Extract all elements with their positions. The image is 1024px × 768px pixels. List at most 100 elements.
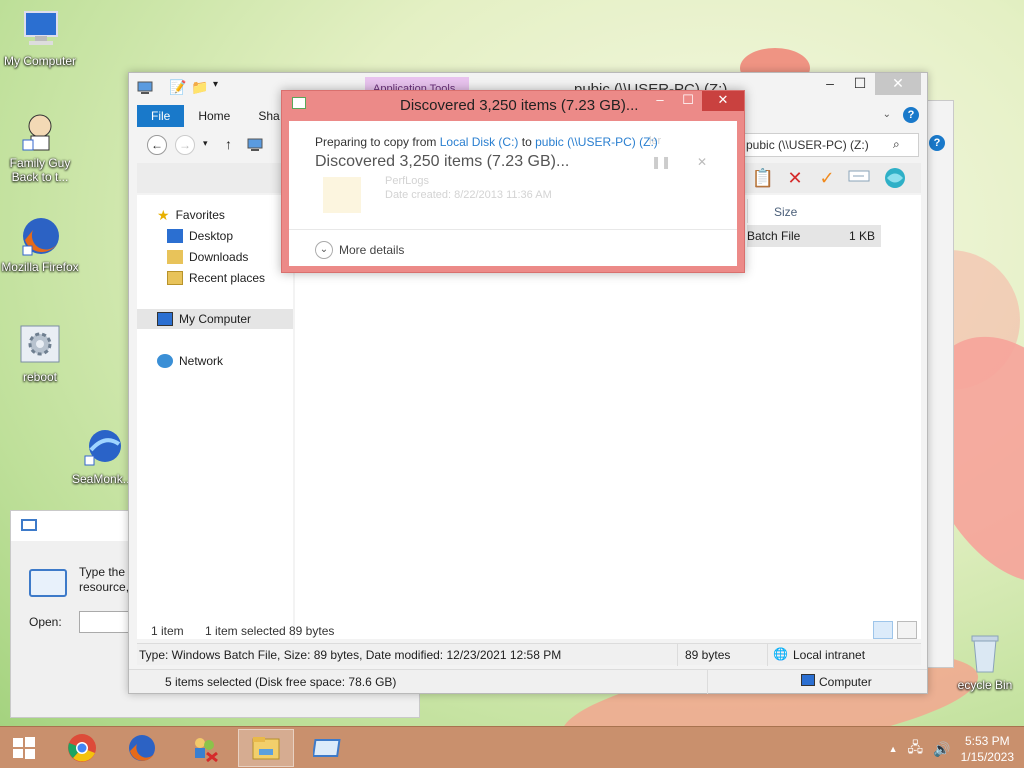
search-icon[interactable]: ⌕: [893, 137, 900, 152]
folder-icon: [323, 177, 361, 213]
large-icons-view-button[interactable]: [897, 621, 917, 639]
tab-home[interactable]: Home: [184, 105, 244, 127]
taskbar-network-app[interactable]: [176, 729, 232, 767]
computer-icon: [247, 138, 263, 152]
file-row[interactable]: Batch File 1 KB: [747, 225, 881, 247]
customize-toolbar-icon[interactable]: ▾: [213, 79, 218, 90]
clock[interactable]: 5:53 PM 1/15/2023: [961, 733, 1014, 765]
start-button[interactable]: [0, 729, 48, 767]
divider: [707, 670, 708, 694]
copy-dialog-title: Discovered 3,250 items (7.23 GB)...: [400, 97, 639, 114]
copy-progress-dialog[interactable]: Discovered 3,250 items (7.23 GB)... – ☐ …: [281, 90, 745, 273]
seamonkey-icon: [81, 426, 123, 468]
desktop-icon-label: Family Guy Back to t...: [9, 156, 71, 184]
navigation-pane: ★ Favorites Desktop Downloads Recent pla…: [137, 195, 293, 639]
minimize-button[interactable]: –: [646, 91, 674, 111]
desktop-icon-firefox[interactable]: Mozilla Firefox: [0, 214, 80, 274]
desktop-icon-label: Mozilla Firefox: [1, 260, 79, 274]
destination-link[interactable]: pubic (\\USER-PC) (Z:): [535, 135, 658, 149]
run-icon: [21, 519, 37, 531]
close-button[interactable]: ✕: [875, 73, 921, 95]
ghost-file-date: Date created: 8/22/2013 11:36 AM: [385, 189, 552, 201]
expand-ribbon-icon[interactable]: ⌄: [883, 109, 891, 120]
maximize-button[interactable]: ☐: [845, 73, 875, 95]
desktop-icon-label: reboot: [22, 370, 58, 384]
nav-item-label: Desktop: [189, 229, 234, 243]
taskbar-firefox[interactable]: [114, 729, 170, 767]
computer-icon: [19, 8, 61, 50]
chrome-icon: [68, 734, 96, 762]
forward-button[interactable]: →: [175, 135, 195, 155]
desktop-icon-label: ecycle Bin: [957, 678, 1013, 692]
volume-icon[interactable]: 🔊: [933, 741, 950, 758]
nav-item-label: My Computer: [179, 312, 252, 326]
search-input[interactable]: h pubic (\\USER-PC) (Z:): [729, 133, 919, 157]
taskbar-chrome[interactable]: [54, 729, 110, 767]
back-button[interactable]: ←: [147, 135, 167, 155]
divider: [289, 229, 737, 230]
copy-dialog-titlebar[interactable]: Discovered 3,250 items (7.23 GB)... – ☐ …: [282, 91, 744, 119]
copy-dialog-body: PerfLogs Date created: 8/22/2013 11:36 A…: [289, 121, 737, 266]
security-zone: Local intranet: [793, 648, 866, 662]
nav-item-label: Network: [179, 354, 224, 368]
firefox-icon: [129, 735, 155, 761]
tab-file[interactable]: File: [137, 105, 185, 127]
properties-icon[interactable]: 📝: [169, 79, 186, 96]
nav-item-label: Recent places: [189, 271, 266, 285]
copy-source-destination: Preparing to copy from Local Disk (C:) t…: [315, 135, 658, 149]
divider: [677, 644, 678, 666]
help-icon[interactable]: ?: [929, 135, 945, 151]
more-details-toggle[interactable]: ⌄ More details: [315, 241, 404, 259]
network-users-icon: [195, 738, 218, 763]
network-status-icon[interactable]: 🖧: [908, 737, 924, 761]
nav-item-recent-places[interactable]: Recent places: [167, 268, 265, 288]
desktop-icon-recycle-bin[interactable]: ecycle Bin: [950, 632, 1020, 692]
help-icon[interactable]: ?: [903, 107, 919, 123]
details-view-button[interactable]: [873, 621, 893, 639]
delete-icon[interactable]: ✕: [783, 167, 807, 189]
source-link[interactable]: Local Disk (C:): [440, 135, 519, 149]
clock-date: 1/15/2023: [960, 750, 1014, 764]
selected-count: 1 item selected: [205, 624, 286, 638]
desktop-icon-my-computer[interactable]: My Computer: [0, 8, 80, 68]
selected-size: 89 bytes: [289, 624, 335, 638]
desktop-icon-label: SeaMonk...: [72, 472, 133, 486]
taskbar-run[interactable]: [300, 729, 356, 767]
minimize-button[interactable]: –: [815, 73, 845, 95]
column-header-size[interactable]: Size: [747, 199, 901, 223]
nav-item-network[interactable]: Network: [157, 351, 223, 371]
status-bar: 1 item 1 item selected 89 bytes: [137, 621, 921, 641]
run-icon: [313, 739, 341, 757]
check-icon[interactable]: ✓: [815, 167, 839, 189]
maximize-button[interactable]: ☐: [674, 91, 702, 111]
network-drive-icon[interactable]: [883, 167, 907, 189]
intranet-icon: 🌐: [773, 647, 788, 661]
file-size-cell: 1 KB: [848, 229, 875, 243]
taskbar-file-explorer[interactable]: [238, 729, 294, 767]
desktop-icon-seamonkey[interactable]: SeaMonk...: [72, 426, 133, 486]
rename-icon[interactable]: [847, 167, 871, 189]
desktop-icon-family-guy[interactable]: Family Guy Back to t...: [0, 110, 80, 184]
close-button[interactable]: ✕: [702, 91, 744, 111]
file-type-cell: Batch File: [747, 229, 801, 243]
copy-label: Preparing to copy from: [315, 135, 440, 149]
recent-locations-icon[interactable]: ▾: [203, 138, 208, 149]
computer-icon: [801, 674, 815, 686]
cancel-icon[interactable]: ✕: [697, 155, 707, 169]
recent-places-icon: [167, 271, 183, 285]
clock-time: 5:53 PM: [964, 734, 1010, 748]
show-hidden-icons[interactable]: ▲: [889, 744, 898, 754]
nav-item-my-computer[interactable]: My Computer: [157, 309, 251, 329]
clipboard-icon[interactable]: 📋: [751, 167, 775, 189]
nav-item-desktop[interactable]: Desktop: [167, 226, 233, 246]
run-open-label: Open:: [29, 615, 62, 629]
up-button[interactable]: ↑: [225, 136, 232, 152]
desktop-icon-reboot[interactable]: reboot: [0, 324, 80, 384]
new-folder-icon[interactable]: 📁: [191, 79, 208, 96]
location-info: Computer: [819, 675, 872, 689]
windows-logo-icon: [13, 737, 35, 759]
run-app-icon: [29, 569, 67, 597]
nav-item-downloads[interactable]: Downloads: [167, 247, 248, 267]
pause-icon[interactable]: ❚❚: [651, 155, 671, 169]
nav-item-favorites[interactable]: ★ Favorites: [157, 205, 225, 225]
